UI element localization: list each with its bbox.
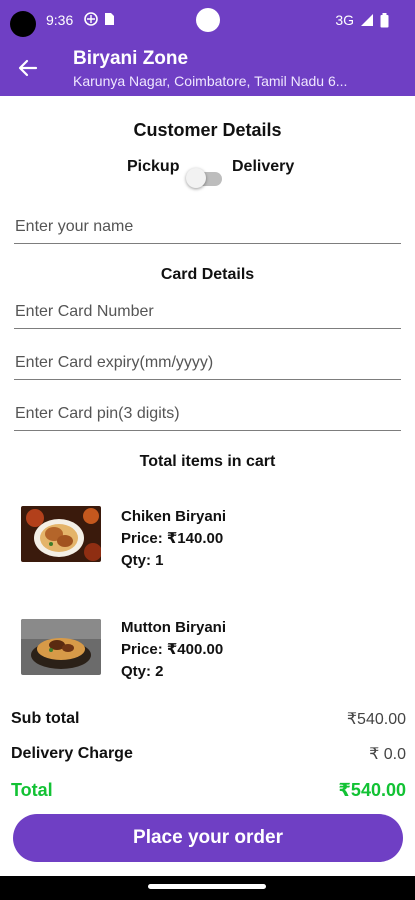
subtotal-value: ₹540.00 [346, 711, 406, 728]
back-arrow-icon [18, 59, 38, 77]
status-system-icons: 3G [335, 12, 389, 28]
sim-card-icon [105, 13, 114, 25]
cart-item-details: Mutton Biryani Price: ₹400.00 Qty: 2 [121, 617, 226, 683]
status-time: 9:36 [46, 12, 74, 28]
name-input[interactable] [14, 214, 401, 244]
delivery-charge-label: Delivery Charge [11, 745, 133, 762]
card-pin-input[interactable] [14, 401, 401, 431]
restaurant-address: Karunya Nagar, Coimbatore, Tamil Nadu 6.… [73, 73, 348, 89]
signal-icon [361, 14, 373, 26]
place-order-button[interactable]: Place your order [13, 814, 403, 862]
customer-details-heading: Customer Details [133, 120, 282, 140]
status-bar: 9:36 3G [0, 0, 415, 40]
navigation-bar [0, 876, 415, 900]
subtotal-row: Sub total ₹540.00 [11, 705, 406, 733]
delivery-toggle-switch[interactable] [186, 168, 222, 188]
delivery-charge-row: Delivery Charge ₹ 0.0 [11, 740, 406, 768]
cart-item-name: Chiken Biryani [121, 508, 227, 525]
total-value: ₹540.00 [338, 779, 406, 800]
network-type: 3G [335, 12, 354, 28]
switch-thumb [186, 168, 206, 188]
cart-item-price: Price: ₹400.00 [121, 641, 224, 658]
total-row: Total ₹540.00 [11, 776, 406, 804]
battery-icon [380, 12, 389, 27]
delivery-charge-value: ₹ 0.0 [369, 746, 406, 763]
cart-heading: Total items in cart [139, 453, 276, 470]
card-details-heading: Card Details [160, 266, 255, 283]
camera-cutout [10, 11, 36, 37]
cart-item-price: Price: ₹140.00 [121, 530, 224, 547]
subtotal-label: Sub total [11, 710, 80, 727]
cart-item-qty: Qty: 2 [121, 663, 164, 680]
chicken-biryani-photo-icon [21, 506, 101, 562]
back-button[interactable] [14, 54, 42, 82]
cart-item-details: Chiken Biryani Price: ₹140.00 Qty: 1 [121, 506, 226, 572]
card-expiry-input[interactable] [14, 350, 401, 380]
front-camera [196, 8, 220, 32]
cart-item-qty: Qty: 1 [121, 552, 164, 569]
status-notification-icons [84, 12, 115, 26]
app-bar: Biryani Zone Karunya Nagar, Coimbatore, … [0, 40, 415, 96]
vpn-icon [84, 12, 98, 26]
cart-item-name: Mutton Biryani [121, 619, 226, 636]
pickup-label: Pickup [127, 158, 180, 175]
total-label: Total [11, 779, 53, 800]
delivery-label: Delivery [232, 158, 295, 175]
restaurant-title: Biryani Zone [73, 48, 189, 69]
card-number-input[interactable] [14, 299, 401, 329]
cart-item[interactable]: Chiken Biryani Price: ₹140.00 Qty: 1 [0, 500, 415, 590]
home-gesture-handle[interactable] [148, 884, 266, 889]
cart-item[interactable]: Mutton Biryani Price: ₹400.00 Qty: 2 [0, 611, 415, 701]
mutton-biryani-photo-icon [21, 619, 101, 675]
